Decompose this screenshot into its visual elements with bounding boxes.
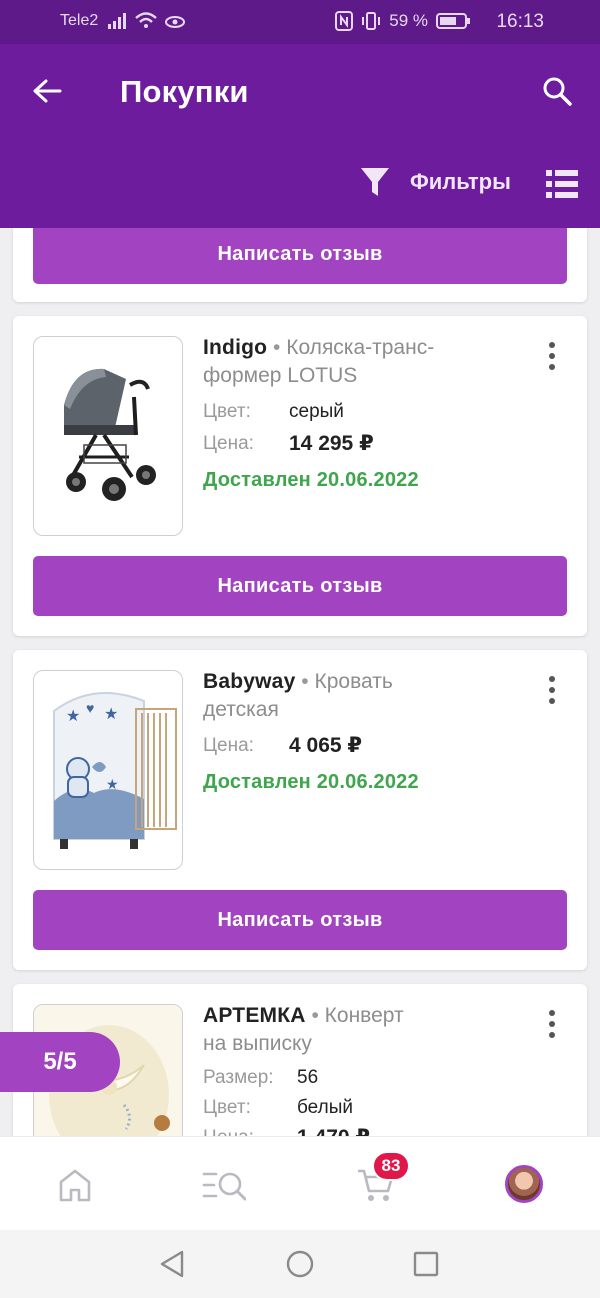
attribute-value: белый — [297, 1097, 353, 1118]
nfc-icon — [335, 11, 354, 31]
eye-icon — [165, 16, 185, 28]
attribute-key: Цвет: — [203, 401, 251, 422]
home-icon — [59, 1169, 91, 1202]
product-name: Кровать — [314, 670, 393, 693]
price-row: Цена: 1 470 ₽ — [203, 1126, 493, 1136]
purchases-list[interactable]: Написать отзыв Indigo • Коляска-транс- ф… — [0, 228, 600, 1136]
price-key: Цена: — [203, 735, 254, 756]
purchase-card: ★ ♥ ★ ★ Babyway • Кровать детская Цена: … — [13, 650, 587, 970]
price-row: Цена: 14 295 ₽ — [203, 432, 493, 456]
back-button[interactable] — [26, 70, 68, 112]
separator-dot: • — [301, 670, 309, 693]
status-icons-left — [108, 11, 186, 29]
attribute-row: Цвет: белый — [203, 1096, 493, 1120]
stroller-image — [64, 368, 156, 501]
list-view-icon — [546, 170, 578, 198]
purchase-card: Indigo • Коляска-транс- формер LOTUS Цве… — [13, 316, 587, 636]
product-name-cont: детская — [203, 698, 279, 721]
filters-label: Фильтры — [410, 169, 511, 194]
product-brand: Indigo — [203, 336, 268, 359]
nav-catalog[interactable] — [202, 1163, 246, 1207]
separator-dot: • — [311, 1004, 319, 1027]
carrier-label: Tele2 — [60, 12, 99, 29]
cart-count-badge: 83 — [372, 1151, 410, 1181]
product-name: Коляска-транс- — [286, 336, 435, 359]
product-brand: АРТЕМКА — [203, 1004, 306, 1027]
filters-button[interactable]: Фильтры — [360, 166, 511, 198]
search-icon — [543, 77, 572, 106]
system-recents-icon[interactable] — [410, 1248, 442, 1280]
product-image[interactable] — [33, 336, 183, 536]
price-value: 1 470 ₽ — [297, 1126, 370, 1136]
more-options-icon[interactable] — [547, 676, 557, 706]
delivery-status: Доставлен 20.06.2022 — [203, 469, 419, 491]
price-key: Цена: — [203, 433, 254, 454]
search-button[interactable] — [536, 70, 578, 112]
price-value: 14 295 ₽ — [289, 432, 374, 455]
attribute-row: Размер: 56 — [203, 1066, 493, 1090]
more-options-icon[interactable] — [547, 1010, 557, 1040]
svg-text:★: ★ — [106, 776, 119, 792]
product-name-cont: на выписку — [203, 1032, 312, 1055]
attribute-key: Цвет: — [203, 1097, 251, 1118]
catalog-search-icon — [202, 1172, 246, 1201]
filter-funnel-icon — [361, 168, 389, 196]
price-value: 4 065 ₽ — [289, 734, 362, 757]
status-bar: Tele2 59 % 16:13 — [0, 0, 600, 44]
svg-text:★: ★ — [104, 706, 118, 723]
battery-icon — [436, 13, 470, 29]
product-info: АРТЕМКА • Конверт на выписку Размер: 56 … — [203, 1002, 493, 1136]
product-name-cont: формер LOTUS — [203, 364, 358, 387]
product-name: Конверт — [324, 1004, 404, 1027]
wifi-icon — [135, 12, 157, 28]
crib-image: ★ ♥ ★ ★ — [53, 692, 177, 849]
status-icons-right: 59 % — [335, 11, 470, 31]
price-key: Цена: — [203, 1126, 283, 1136]
bottom-navigation: 83 — [0, 1136, 600, 1230]
clock: 16:13 — [496, 11, 544, 32]
attribute-key: Размер: — [203, 1067, 274, 1088]
battery-percent: 59 % — [389, 11, 428, 30]
page-indicator: 5/5 — [0, 1032, 120, 1092]
purchase-card-previous: Написать отзыв — [13, 228, 587, 302]
delivery-status: Доставлен 20.06.2022 — [203, 771, 419, 793]
arrow-left-icon — [33, 79, 62, 103]
nav-home[interactable] — [53, 1163, 97, 1207]
write-review-button[interactable]: Написать отзыв — [33, 228, 567, 284]
profile-avatar[interactable] — [505, 1165, 543, 1203]
attribute-value: серый — [289, 401, 344, 422]
more-options-icon[interactable] — [547, 342, 557, 372]
page-title: Покупки — [120, 74, 249, 109]
signal-icon — [108, 13, 126, 29]
svg-text:★: ★ — [66, 708, 80, 725]
svg-text:♥: ♥ — [86, 700, 94, 716]
price-row: Цена: 4 065 ₽ — [203, 734, 493, 758]
attribute-value: 56 — [297, 1067, 319, 1088]
attribute-row: Цвет: серый — [203, 400, 493, 424]
product-brand: Babyway — [203, 670, 296, 693]
separator-dot: • — [273, 336, 281, 359]
list-view-toggle[interactable] — [546, 170, 578, 198]
system-home-icon[interactable] — [284, 1248, 316, 1280]
product-image[interactable]: ★ ♥ ★ ★ — [33, 670, 183, 870]
product-info: Indigo • Коляска-транс- формер LOTUS Цве… — [203, 334, 493, 494]
system-back-icon[interactable] — [156, 1248, 188, 1280]
app-bar: Покупки Фильтры — [0, 44, 600, 228]
system-nav-bar — [0, 1230, 600, 1298]
write-review-button[interactable]: Написать отзыв — [33, 556, 567, 616]
write-review-button[interactable]: Написать отзыв — [33, 890, 567, 950]
product-info: Babyway • Кровать детская Цена: 4 065 ₽ … — [203, 668, 493, 796]
vibrate-icon — [362, 12, 381, 30]
